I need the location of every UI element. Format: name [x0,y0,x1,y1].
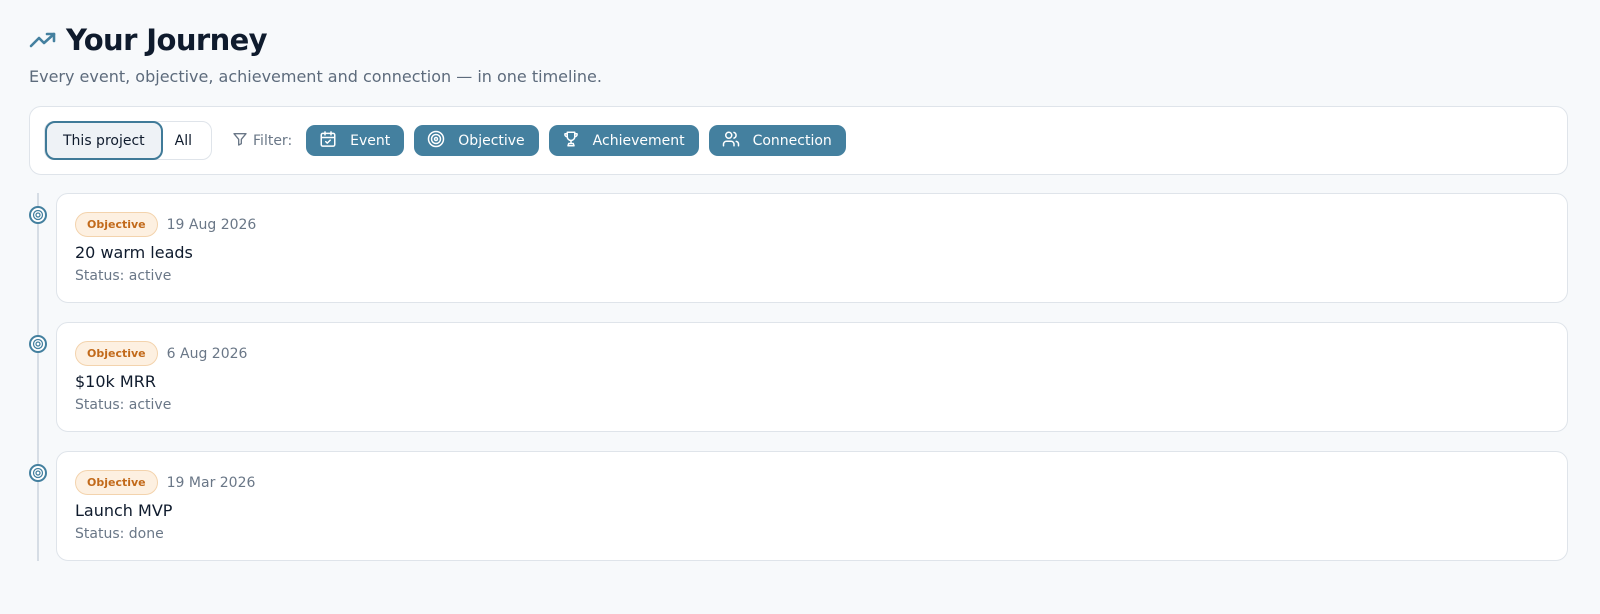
journey-page: Your Journey Every event, objective, ach… [0,0,1600,561]
filter-chip-connection[interactable]: Connection [708,125,846,156]
timeline-card[interactable]: Objective 6 Aug 2026 $10k MRR Status: ac… [56,322,1568,432]
entry-date: 19 Aug 2026 [166,216,257,233]
entry-date: 19 Mar 2026 [166,474,256,491]
entry-title: $10k MRR [75,372,156,391]
entry-meta: Objective 19 Mar 2026 [75,470,1549,495]
entry-title: Launch MVP [75,501,173,520]
type-badge: Objective [75,470,158,495]
timeline: Objective 19 Aug 2026 20 warm leads Stat… [29,193,1568,561]
entry-meta: Objective 19 Aug 2026 [75,212,1549,237]
filter-chip-label: Achievement [592,132,685,149]
scope-toggle: This project All [44,121,213,160]
entry-status: Status: done [75,526,164,542]
type-badge: Objective [75,212,158,237]
trending-up-icon [29,26,57,54]
filter-chip-label: Objective [458,132,525,149]
scope-all-button[interactable]: All [163,122,208,159]
page-title: Your Journey [66,23,268,57]
timeline-entry: Objective 6 Aug 2026 $10k MRR Status: ac… [29,322,1568,432]
type-badge: Objective [75,341,158,366]
calendar-check-icon [319,130,350,152]
filter-chip-event[interactable]: Event [306,125,405,156]
users-icon [722,130,753,152]
timeline-card[interactable]: Objective 19 Aug 2026 20 warm leads Stat… [56,193,1568,303]
filter-label-text: Filter: [253,132,293,149]
filter-chip-label: Event [350,132,391,149]
trophy-icon [562,130,593,152]
entry-meta: Objective 6 Aug 2026 [75,341,1549,366]
filter-chip-label: Connection [752,132,832,149]
target-icon [29,335,47,353]
target-icon [427,130,458,152]
entry-status: Status: active [75,397,172,413]
timeline-entry: Objective 19 Mar 2026 Launch MVP Status:… [29,451,1568,561]
page-header: Your Journey [29,22,1571,58]
entry-title: 20 warm leads [75,243,193,262]
filter-bar: This project All Filter: Event Objective… [29,106,1568,175]
entry-date: 6 Aug 2026 [166,345,248,362]
target-icon [29,206,47,224]
scope-this-project-button[interactable]: This project [45,121,163,160]
target-icon [29,464,47,482]
filter-icon [232,131,253,151]
filter-chip-achievement[interactable]: Achievement [548,125,699,156]
timeline-entry: Objective 19 Aug 2026 20 warm leads Stat… [29,193,1568,303]
filter-chip-objective[interactable]: Objective [414,125,539,156]
timeline-card[interactable]: Objective 19 Mar 2026 Launch MVP Status:… [56,451,1568,561]
page-subtitle: Every event, objective, achievement and … [29,67,602,86]
filter-label: Filter: [232,131,292,151]
entry-status: Status: active [75,268,172,284]
